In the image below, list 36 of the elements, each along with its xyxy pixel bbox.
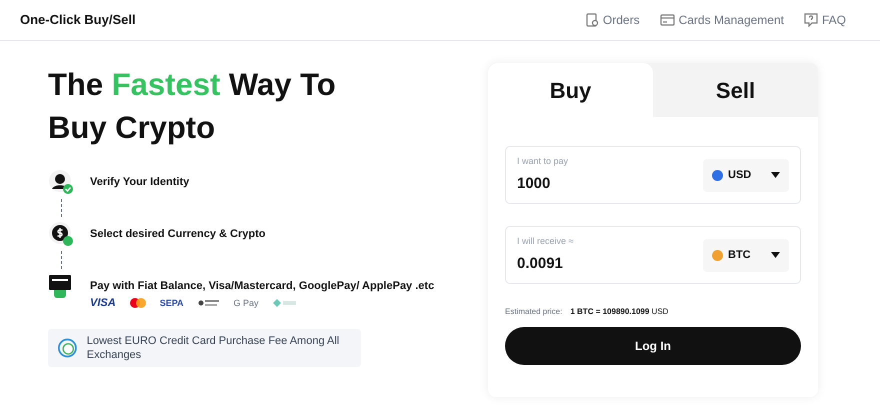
header-link[interactable]: Orders: [586, 11, 640, 29]
estimate-value: 1 BTC = 109890.1099 USD: [570, 306, 668, 318]
header-link[interactable]: FAQ: [804, 11, 846, 29]
card-icon: [660, 14, 675, 26]
step-label: Select desired Currency & Crypto: [90, 227, 266, 242]
field-value: 1000: [517, 174, 552, 194]
document-icon: [586, 13, 599, 27]
help-icon: [804, 13, 818, 27]
step-label: Verify Your Identity: [90, 175, 190, 190]
card-terminal-icon: [48, 273, 74, 299]
currency-select[interactable]: BTC: [703, 238, 789, 272]
mastercard-logo: [130, 298, 146, 308]
caret-icon: [771, 252, 780, 258]
currency-select[interactable]: USD: [703, 158, 789, 192]
page-title: One-Click Buy/Sell: [20, 11, 136, 30]
field-value: 0.0091: [517, 254, 564, 274]
estimate-label: Estimated price:: [505, 306, 562, 318]
field-label: I want to pay: [517, 155, 568, 168]
amount-field[interactable]: I will receive ≈ 0.0091 BTC: [505, 226, 801, 284]
coin-icon: [48, 221, 74, 247]
visa-logo: VISA: [90, 298, 116, 308]
bank-transfer-logo: [198, 299, 220, 307]
trade-tab[interactable]: Buy: [488, 63, 653, 117]
login-button[interactable]: Log In: [505, 327, 801, 365]
header-link[interactable]: Cards Management: [660, 11, 784, 29]
euro-coin-icon: [58, 336, 77, 358]
hero-heading: The Fastest Way To Buy Crypto: [48, 66, 337, 147]
caret-icon: [771, 172, 780, 178]
google-pay-logo: G Pay: [234, 298, 259, 308]
sepa-logo: SEPA: [160, 298, 184, 308]
payment-logo: [272, 299, 297, 307]
amount-field[interactable]: I want to pay 1000 USD: [505, 146, 801, 204]
field-label: I will receive ≈: [517, 235, 574, 248]
promo-text: Lowest EURO Credit Card Purchase Fee Among All Exchanges: [86, 334, 340, 362]
user-check-icon: [48, 169, 74, 195]
step-label: Pay with Fiat Balance, Visa/Mastercard, GooglePay/ ApplePay .etc: [90, 279, 434, 294]
